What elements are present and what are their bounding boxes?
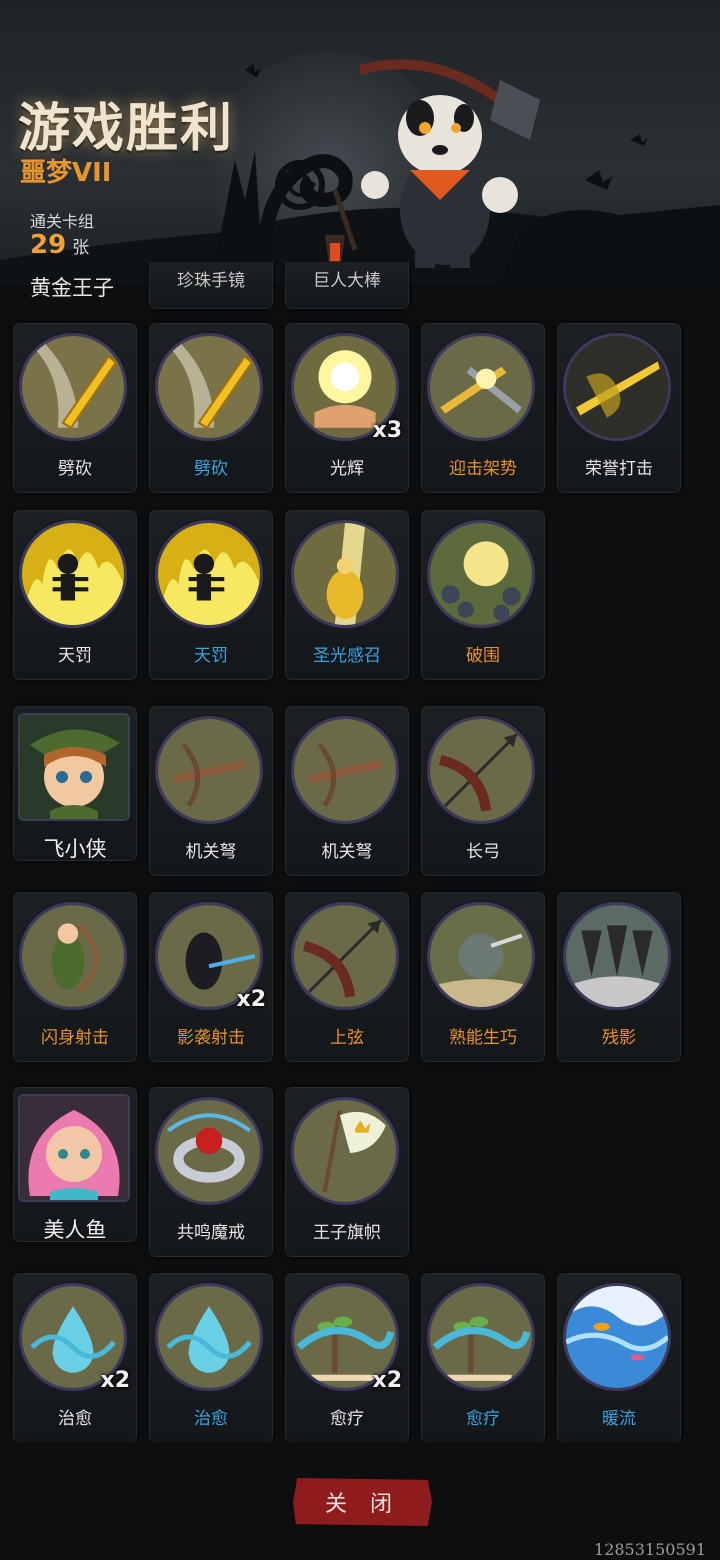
break-siege-icon xyxy=(430,523,532,625)
honor-strike-icon xyxy=(566,336,668,438)
water-sprout-icon xyxy=(430,1286,532,1388)
afterimage-icon xyxy=(566,905,668,1007)
card-multiplier: x2 xyxy=(236,987,267,1012)
card-multiplier: x2 xyxy=(372,1368,403,1393)
card-tile[interactable]: 残影 xyxy=(558,893,680,1061)
card-tile[interactable]: 长弓 xyxy=(422,707,544,875)
hero-tile[interactable]: 飞小侠 xyxy=(14,707,136,861)
card-name: 天罚 xyxy=(194,646,228,666)
magic-ring-icon xyxy=(158,1100,260,1202)
card-name: 愈疗 xyxy=(466,1409,500,1429)
victory-header: 游戏胜利 噩梦VII 通关卡组 29 张 xyxy=(0,0,720,285)
close-button[interactable]: 关 闭 xyxy=(293,1478,432,1526)
card-tile[interactable]: x2 影袭射击 xyxy=(150,893,272,1061)
card-name: 治愈 xyxy=(194,1409,228,1429)
card-name: 残影 xyxy=(602,1028,636,1048)
card-tile[interactable]: 暖流 xyxy=(558,1274,680,1442)
card-tile[interactable]: 巨人大棒 xyxy=(286,262,408,308)
card-tile[interactable]: 王子旗帜 xyxy=(286,1088,408,1256)
practice-target-icon xyxy=(430,905,532,1007)
card-name: 劈砍 xyxy=(194,459,228,479)
card-tile[interactable]: 共鸣魔戒 xyxy=(150,1088,272,1256)
card-name: 长弓 xyxy=(466,842,500,862)
card-name: 机关弩 xyxy=(185,842,237,862)
card-tile[interactable]: 上弦 xyxy=(286,893,408,1061)
hero-name: 飞小侠 xyxy=(43,837,107,861)
card-name: 迎击架势 xyxy=(449,459,517,479)
card-name: 圣光感召 xyxy=(313,646,381,666)
crossbow-icon xyxy=(158,719,260,821)
card-tile[interactable]: 荣誉打击 xyxy=(558,324,680,492)
card-name: 熟能生巧 xyxy=(449,1028,517,1048)
golden-sword-slash-icon xyxy=(158,336,260,438)
crossbow-icon xyxy=(294,719,396,821)
card-tile[interactable]: 破围 xyxy=(422,511,544,679)
card-name: 巨人大棒 xyxy=(313,271,381,291)
golden-sword-slash-icon xyxy=(22,336,124,438)
card-multiplier: x3 xyxy=(372,418,403,443)
card-tile[interactable]: 珍珠手镜 xyxy=(150,262,272,308)
card-name: 天罚 xyxy=(58,646,92,666)
card-tile[interactable]: x3 光辉 xyxy=(286,324,408,492)
deck-count-value: 29 xyxy=(30,230,67,260)
longbow-arrow-icon xyxy=(294,905,396,1007)
card-tile[interactable]: 天罚 xyxy=(150,511,272,679)
victory-title: 游戏胜利 xyxy=(18,99,235,159)
hero-tile[interactable]: 美人鱼 xyxy=(14,1088,136,1242)
card-name: 荣誉打击 xyxy=(585,459,653,479)
card-name: 机关弩 xyxy=(321,842,373,862)
card-tile[interactable]: 治愈 xyxy=(150,1274,272,1442)
card-name: 影袭射击 xyxy=(177,1028,245,1048)
deck-count-unit: 张 xyxy=(72,238,90,258)
card-name: 破围 xyxy=(466,646,500,666)
card-name: 劈砍 xyxy=(58,459,92,479)
longbow-arrow-icon xyxy=(430,719,532,821)
burning-skeleton-icon xyxy=(158,523,260,625)
card-tile[interactable]: 迎击架势 xyxy=(422,324,544,492)
deck-count: 29 张 xyxy=(30,230,89,260)
deck-card-list[interactable]: 黄金王子 珍珠手镜 巨人大棒 劈砍 劈砍 x3 光辉 迎击架势 荣誉打击 天罚 … xyxy=(0,262,720,1442)
hero-portrait-mermaid xyxy=(20,1096,128,1200)
warm-current-icon xyxy=(566,1286,668,1388)
card-name: 闪身射击 xyxy=(41,1028,109,1048)
hero-portrait-fei-xiaoxia xyxy=(20,715,128,819)
card-name: 王子旗帜 xyxy=(313,1223,381,1243)
holy-light-icon xyxy=(294,523,396,625)
deck-label: 通关卡组 xyxy=(30,212,95,231)
clashing-swords-icon xyxy=(430,336,532,438)
footer-id: 12853150591 xyxy=(594,1540,706,1559)
prince-banner-icon xyxy=(294,1100,396,1202)
difficulty-label: 噩梦VII xyxy=(20,158,112,188)
hero-name: 美人鱼 xyxy=(43,1218,107,1242)
card-name: 暖流 xyxy=(602,1409,636,1429)
card-tile[interactable]: 闪身射击 xyxy=(14,893,136,1061)
card-name: 珍珠手镜 xyxy=(177,271,245,291)
card-tile[interactable]: 劈砍 xyxy=(14,324,136,492)
card-tile[interactable]: 熟能生巧 xyxy=(422,893,544,1061)
card-name: 共鸣魔戒 xyxy=(177,1223,245,1243)
card-name: 治愈 xyxy=(58,1409,92,1429)
burning-skeleton-icon xyxy=(22,523,124,625)
card-tile[interactable]: 劈砍 xyxy=(150,324,272,492)
dodge-shot-icon xyxy=(22,905,124,1007)
water-drop-icon xyxy=(158,1286,260,1388)
card-tile[interactable]: 圣光感召 xyxy=(286,511,408,679)
card-tile[interactable]: 机关弩 xyxy=(150,707,272,875)
card-tile[interactable]: 愈疗 xyxy=(422,1274,544,1442)
card-name: 光辉 xyxy=(330,459,364,479)
card-name: 上弦 xyxy=(330,1028,364,1048)
card-tile[interactable]: 机关弩 xyxy=(286,707,408,875)
hero-name-golden-prince: 黄金王子 xyxy=(30,276,114,300)
card-multiplier: x2 xyxy=(100,1368,131,1393)
card-name: 愈疗 xyxy=(330,1409,364,1429)
card-tile[interactable]: x2 治愈 xyxy=(14,1274,136,1442)
card-tile[interactable]: 天罚 xyxy=(14,511,136,679)
card-tile[interactable]: x2 愈疗 xyxy=(286,1274,408,1442)
